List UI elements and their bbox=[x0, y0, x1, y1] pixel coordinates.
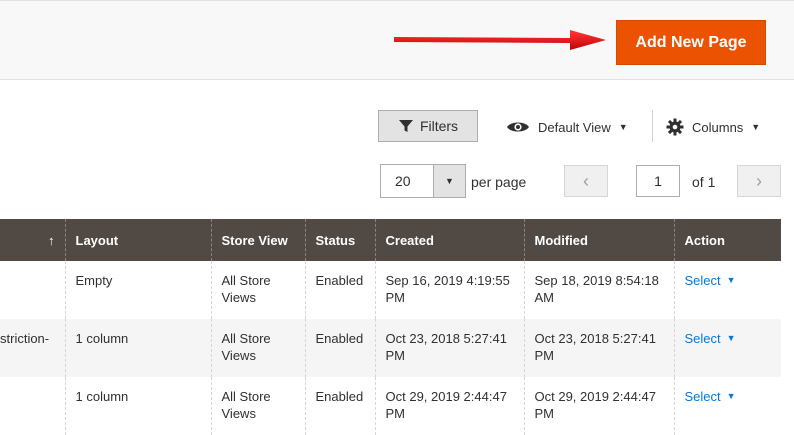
table-row[interactable]: striction- 1 column All Store Views Enab… bbox=[0, 319, 781, 377]
cell-modified: Oct 29, 2019 2:44:47 PM bbox=[523, 377, 674, 435]
action-select-link[interactable]: Select ▼ bbox=[685, 388, 736, 405]
chevron-down-icon: ▼ bbox=[618, 122, 628, 132]
view-label: Default View bbox=[538, 119, 611, 135]
default-view-dropdown[interactable]: Default View ▼ bbox=[506, 116, 628, 138]
cell-title bbox=[0, 261, 65, 319]
cell-layout: 1 column bbox=[64, 377, 211, 435]
cell-created: Oct 23, 2018 5:27:41 PM bbox=[374, 319, 524, 377]
per-page-label: per page bbox=[471, 174, 527, 190]
cell-action: Select ▼ bbox=[673, 261, 781, 319]
action-select-link[interactable]: Select ▼ bbox=[685, 272, 736, 289]
per-page-value: 20 bbox=[395, 173, 411, 189]
chevron-down-icon: ▼ bbox=[726, 333, 736, 343]
action-select-label: Select bbox=[684, 273, 721, 288]
column-header-status[interactable]: Status bbox=[304, 219, 375, 261]
cell-layout: 1 column bbox=[64, 319, 211, 377]
sort-arrow-icon[interactable]: ↑ bbox=[0, 219, 65, 261]
column-header-created[interactable]: Created bbox=[374, 219, 524, 261]
cell-status: Enabled bbox=[304, 319, 375, 377]
annotation-arrow bbox=[394, 30, 606, 50]
previous-page-button[interactable]: ‹ bbox=[564, 165, 608, 197]
table-row[interactable]: 1 column All Store Views Enabled Oct 29,… bbox=[0, 377, 781, 435]
column-header-store-view[interactable]: Store View bbox=[210, 219, 305, 261]
chevron-left-icon: ‹ bbox=[583, 170, 589, 191]
page-number-input[interactable]: 1 bbox=[636, 165, 680, 197]
per-page-select[interactable]: 20 ▼ bbox=[380, 164, 466, 198]
grid-header-row: ↑ Layout Store View Status Created Modif… bbox=[0, 219, 781, 261]
page-actions-bar: Add New Page bbox=[0, 0, 794, 80]
cell-status: Enabled bbox=[304, 261, 375, 319]
cell-store-view: All Store Views bbox=[210, 319, 305, 377]
chevron-down-icon: ▼ bbox=[726, 391, 736, 401]
next-page-button[interactable]: › bbox=[737, 165, 781, 197]
columns-label: Columns bbox=[692, 119, 744, 135]
chevron-down-icon: ▼ bbox=[751, 122, 761, 132]
cell-layout: Empty bbox=[64, 261, 211, 319]
action-select-link[interactable]: Select ▼ bbox=[685, 330, 736, 347]
cell-store-view: All Store Views bbox=[210, 377, 305, 435]
funnel-icon bbox=[398, 120, 413, 132]
filters-label: Filters bbox=[419, 118, 459, 134]
cell-created: Sep 16, 2019 4:19:55 PM bbox=[374, 261, 524, 319]
column-header-action: Action bbox=[673, 219, 781, 261]
filters-button[interactable]: Filters bbox=[378, 110, 478, 142]
column-header-layout[interactable]: Layout bbox=[64, 219, 211, 261]
gear-icon bbox=[666, 118, 684, 136]
cell-modified: Sep 18, 2019 8:54:18 AM bbox=[523, 261, 674, 319]
total-pages-label: of 1 bbox=[692, 174, 716, 190]
columns-dropdown[interactable]: Columns ▼ bbox=[666, 116, 760, 138]
action-select-label: Select bbox=[684, 331, 721, 346]
chevron-right-icon: › bbox=[756, 170, 762, 191]
cell-action: Select ▼ bbox=[673, 319, 781, 377]
chevron-down-icon[interactable]: ▼ bbox=[433, 165, 465, 197]
column-header-modified[interactable]: Modified bbox=[523, 219, 674, 261]
cell-status: Enabled bbox=[304, 377, 375, 435]
action-select-label: Select bbox=[684, 389, 721, 404]
pages-grid: ↑ Layout Store View Status Created Modif… bbox=[0, 219, 781, 435]
cell-modified: Oct 23, 2018 5:27:41 PM bbox=[523, 319, 674, 377]
table-row[interactable]: Empty All Store Views Enabled Sep 16, 20… bbox=[0, 261, 781, 319]
cell-created: Oct 29, 2019 2:44:47 PM bbox=[374, 377, 524, 435]
cell-title bbox=[0, 377, 65, 435]
add-new-page-button[interactable]: Add New Page bbox=[616, 20, 766, 65]
eye-icon bbox=[507, 122, 529, 132]
divider bbox=[652, 110, 653, 142]
cell-store-view: All Store Views bbox=[210, 261, 305, 319]
cell-action: Select ▼ bbox=[673, 377, 781, 435]
cell-title: striction- bbox=[0, 319, 65, 377]
chevron-down-icon: ▼ bbox=[726, 275, 736, 285]
